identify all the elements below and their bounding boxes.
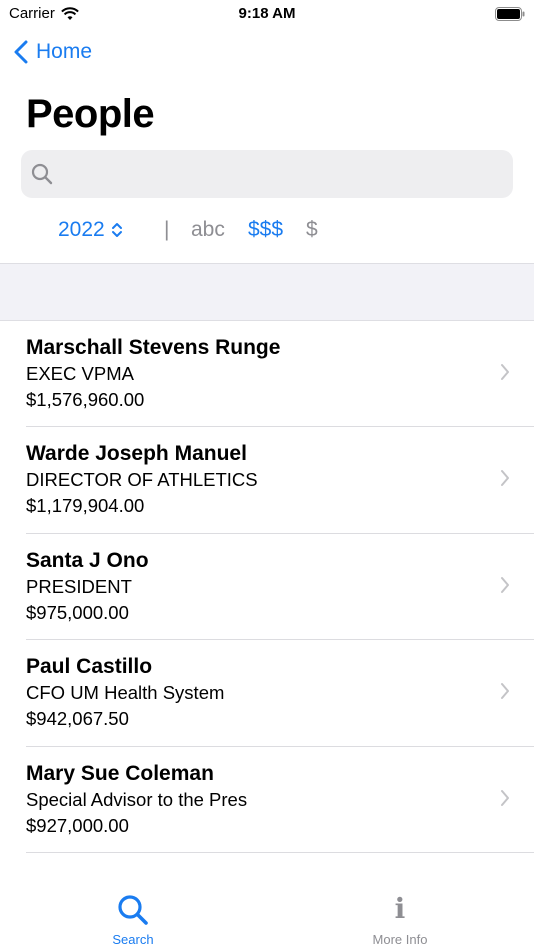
chevron-right-icon bbox=[501, 470, 509, 487]
tab-search[interactable]: Search bbox=[63, 893, 203, 947]
person-salary: $1,576,960.00 bbox=[26, 389, 145, 410]
tab-more-info-label: More Info bbox=[372, 932, 428, 947]
chevron-up-down-icon bbox=[111, 223, 122, 237]
chevron-right-icon bbox=[501, 576, 509, 593]
chevron-left-icon bbox=[14, 40, 28, 64]
battery-icon bbox=[495, 7, 525, 25]
search-bar[interactable] bbox=[21, 150, 513, 198]
sort-alphabetical-button[interactable]: abc bbox=[191, 218, 225, 242]
tab-bar: Search ℹ More Info bbox=[0, 885, 534, 950]
year-value: 2022 bbox=[58, 218, 105, 241]
person-salary: $942,067.50 bbox=[26, 708, 129, 730]
status-bar: Carrier 9:18 AM bbox=[0, 0, 534, 30]
person-name: Marschall Stevens Runge bbox=[26, 336, 281, 359]
section-header bbox=[0, 263, 534, 321]
person-name: Mary Sue Coleman bbox=[26, 761, 214, 785]
list-item[interactable]: Mary Sue Coleman Special Advisor to the … bbox=[0, 747, 534, 854]
info-icon: ℹ bbox=[394, 892, 406, 925]
list-item[interactable]: Santa J Ono PRESIDENT $975,000.00 bbox=[0, 534, 534, 641]
person-name: Warde Joseph Manuel bbox=[26, 442, 247, 466]
person-salary: $927,000.00 bbox=[26, 814, 129, 836]
year-selector[interactable]: 2022 bbox=[58, 218, 123, 242]
person-name: Paul Castillo bbox=[26, 655, 153, 679]
sort-lowest-salary-button[interactable]: $ bbox=[306, 218, 318, 242]
person-title: DIRECTOR OF ATHLETICS bbox=[26, 469, 258, 491]
person-title: Special Advisor to the Pres bbox=[26, 788, 248, 810]
sort-highest-salary-button[interactable]: $$$ bbox=[248, 218, 283, 242]
person-salary: $975,000.00 bbox=[26, 601, 129, 623]
list-item[interactable]: Marschall Stevens Runge EXEC VPMA $1,576… bbox=[0, 321, 534, 428]
back-button-label: Home bbox=[36, 40, 93, 63]
list-item[interactable]: Paul Castillo CFO UM Health System $942,… bbox=[0, 640, 534, 747]
chevron-right-icon bbox=[501, 789, 509, 806]
search-input[interactable] bbox=[54, 150, 513, 198]
person-title: CFO UM Health System bbox=[26, 682, 225, 704]
page-title: People bbox=[26, 92, 155, 136]
search-icon bbox=[118, 895, 148, 925]
search-icon bbox=[31, 163, 53, 185]
filter-separator: | bbox=[164, 218, 170, 241]
tab-search-label: Search bbox=[112, 932, 154, 947]
filter-row: 2022 | abc $$$ $ bbox=[0, 218, 534, 248]
status-time: 9:18 AM bbox=[238, 5, 296, 22]
chevron-right-icon bbox=[501, 364, 509, 380]
chevron-right-icon bbox=[501, 683, 509, 700]
person-salary: $1,179,904.00 bbox=[26, 495, 145, 517]
tab-more-info[interactable]: ℹ More Info bbox=[330, 892, 470, 948]
person-title: PRESIDENT bbox=[26, 575, 132, 597]
people-list: Marschall Stevens Runge EXEC VPMA $1,576… bbox=[0, 321, 534, 854]
list-item[interactable]: Warde Joseph Manuel DIRECTOR OF ATHLETIC… bbox=[0, 427, 534, 535]
person-name: Santa J Ono bbox=[26, 548, 149, 572]
person-title: EXEC VPMA bbox=[26, 363, 134, 384]
back-button[interactable]: Home bbox=[14, 40, 92, 64]
